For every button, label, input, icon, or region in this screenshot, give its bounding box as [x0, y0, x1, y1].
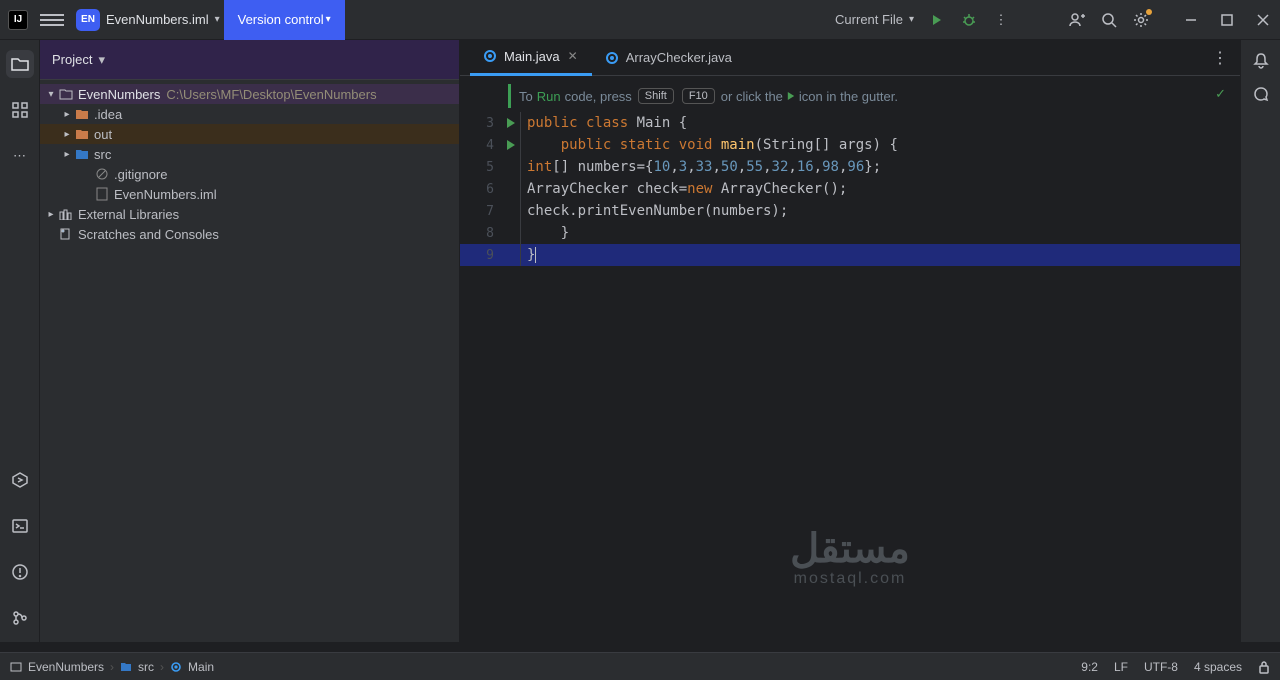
version-control-button[interactable]: Version control ▾ — [224, 0, 345, 40]
tree-iml[interactable]: EvenNumbers.iml — [40, 184, 459, 204]
git-tool-icon[interactable] — [6, 604, 34, 632]
readonly-icon[interactable] — [1258, 660, 1270, 674]
project-tree: ▾ EvenNumbers C:\Users\MF\Desktop\EvenNu… — [40, 80, 459, 248]
main-menu-button[interactable] — [40, 8, 64, 32]
more-tools-icon[interactable]: ⋯ — [6, 142, 34, 170]
maximize-button[interactable] — [1218, 11, 1236, 29]
tree-idea[interactable]: ▸ .idea — [40, 104, 459, 124]
tree-external-libs[interactable]: ▸ External Libraries — [40, 204, 459, 224]
problems-tool-icon[interactable] — [6, 558, 34, 586]
tree-src[interactable]: ▸ src — [40, 144, 459, 164]
encoding[interactable]: UTF-8 — [1144, 660, 1178, 674]
run-config-selector[interactable]: Current File▾ — [835, 12, 914, 27]
debug-button[interactable] — [960, 11, 978, 29]
tab-main[interactable]: Main.java ✕ — [470, 40, 592, 76]
tree-scratches[interactable]: Scratches and Consoles — [40, 224, 459, 244]
account-icon[interactable] — [1068, 11, 1086, 29]
chevron-down-icon[interactable]: ▾ — [215, 14, 220, 25]
tree-gitignore[interactable]: .gitignore — [40, 164, 459, 184]
minimize-button[interactable] — [1182, 11, 1200, 29]
run-hint-banner: To Run code, press ShiftF10 or click the… — [508, 84, 1240, 108]
editor-area: Main.java ✕ ArrayChecker.java ⋮ ✓ To Run… — [460, 40, 1240, 642]
line-ending[interactable]: LF — [1114, 660, 1128, 674]
code-editor[interactable]: 3public class Main { 4 public static voi… — [460, 112, 1240, 266]
project-tool-icon[interactable] — [6, 50, 34, 78]
structure-tool-icon[interactable] — [6, 96, 34, 124]
project-panel-header[interactable]: Project▾ — [40, 40, 459, 80]
run-button[interactable] — [928, 11, 946, 29]
java-class-icon — [606, 52, 618, 64]
more-actions-icon[interactable]: ⋮ — [992, 11, 1010, 29]
tabs-more-icon[interactable]: ⋮ — [1212, 48, 1228, 68]
java-class-icon — [484, 50, 496, 62]
watermark: مستقل mostaql.com — [790, 529, 910, 587]
editor-tabs: Main.java ✕ ArrayChecker.java ⋮ — [460, 40, 1240, 76]
terminal-tool-icon[interactable] — [6, 512, 34, 540]
inspection-ok-icon[interactable]: ✓ — [1215, 86, 1226, 102]
ide-logo: IJ — [8, 10, 28, 30]
close-icon[interactable]: ✕ — [568, 49, 578, 63]
tree-out[interactable]: ▸ out — [40, 124, 459, 144]
project-panel: Project▾ ▾ EvenNumbers C:\Users\MF\Deskt… — [40, 40, 460, 642]
titlebar: IJ EN EvenNumbers.iml ▾ Version control … — [0, 0, 1280, 40]
caret-position[interactable]: 9:2 — [1081, 660, 1098, 674]
left-toolbar: ⋯ — [0, 40, 40, 642]
ai-assistant-icon[interactable] — [1252, 86, 1270, 104]
notifications-icon[interactable] — [1253, 52, 1269, 70]
project-badge[interactable]: EN — [76, 9, 100, 31]
search-icon[interactable] — [1100, 11, 1118, 29]
tree-root[interactable]: ▾ EvenNumbers C:\Users\MF\Desktop\EvenNu… — [40, 84, 459, 104]
tab-arraychecker[interactable]: ArrayChecker.java — [592, 40, 746, 76]
project-name[interactable]: EvenNumbers.iml — [106, 12, 209, 27]
breadcrumb[interactable]: EvenNumbers› src› Main — [10, 660, 214, 674]
status-bar: EvenNumbers› src› Main 9:2 LF UTF-8 4 sp… — [0, 652, 1280, 680]
right-toolbar — [1240, 40, 1280, 642]
close-button[interactable] — [1254, 11, 1272, 29]
settings-icon[interactable] — [1132, 11, 1150, 29]
services-tool-icon[interactable] — [6, 466, 34, 494]
indent[interactable]: 4 spaces — [1194, 660, 1242, 674]
